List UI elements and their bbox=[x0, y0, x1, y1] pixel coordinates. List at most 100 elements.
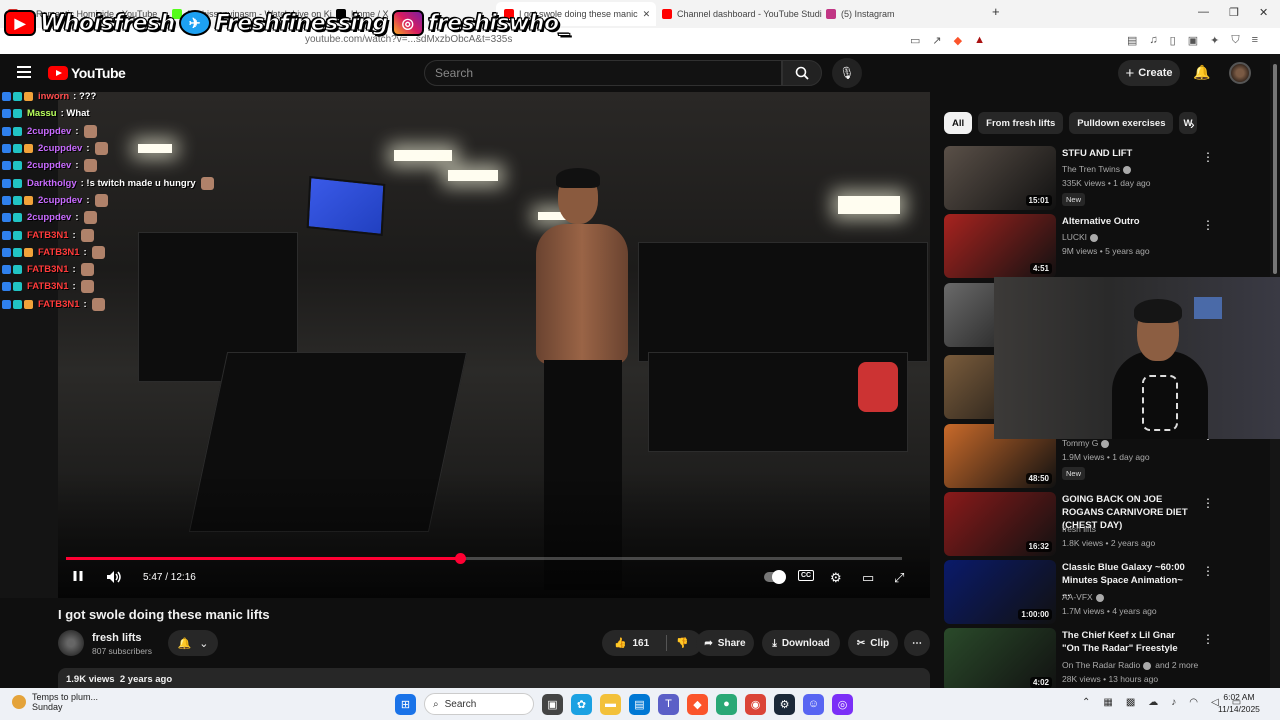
media-icon[interactable]: ♫ bbox=[1149, 34, 1157, 47]
more-vertical-icon[interactable]: ⋮ bbox=[1202, 564, 1214, 578]
more-vertical-icon[interactable]: ⋮ bbox=[1202, 632, 1214, 646]
more-horizontal-icon: ⋯ bbox=[912, 637, 922, 649]
more-vertical-icon[interactable]: ⋮ bbox=[1202, 218, 1214, 232]
recommended-video-title[interactable]: STFU AND LIFT bbox=[1062, 148, 1192, 161]
close-window-button[interactable]: ✕ bbox=[1259, 6, 1268, 19]
file-explorer-icon[interactable]: ▬ bbox=[600, 693, 621, 715]
menu-hamburger-icon[interactable] bbox=[17, 66, 31, 78]
more-vertical-icon[interactable]: ⋮ bbox=[1202, 150, 1214, 164]
teams-icon[interactable]: T bbox=[658, 693, 679, 715]
create-button[interactable]: + Create bbox=[1118, 60, 1180, 86]
brave-icon[interactable]: ◆ bbox=[687, 693, 708, 715]
copilot-icon[interactable]: ✿ bbox=[571, 693, 592, 715]
app-icon[interactable]: ● bbox=[716, 693, 737, 715]
recommended-meta: 1.7M views • 4 years ago bbox=[1062, 606, 1157, 616]
filter-chip[interactable]: From fresh lifts bbox=[978, 112, 1064, 134]
channel-avatar[interactable] bbox=[58, 630, 84, 656]
cloud-icon[interactable]: ☁ bbox=[1148, 697, 1158, 708]
close-tab-icon[interactable]: ✕ bbox=[643, 9, 651, 20]
microphone-icon[interactable]: ♪ bbox=[1171, 697, 1176, 708]
sidebar-icon[interactable]: ▯ bbox=[1170, 34, 1176, 47]
weather-widget[interactable]: Temps to plum... Sunday bbox=[12, 692, 98, 712]
system-clock[interactable]: 6:02 AM 11/14/2025 bbox=[1218, 692, 1260, 716]
chat-message: 2cuppdev: bbox=[2, 157, 232, 174]
chevron-right-icon[interactable]: › bbox=[1190, 116, 1195, 132]
recommended-video-title[interactable]: Alternative Outro bbox=[1062, 216, 1192, 229]
minimize-button[interactable]: — bbox=[1198, 6, 1209, 18]
youtube-logo[interactable]: YouTube bbox=[48, 65, 126, 81]
reader-icon[interactable]: ▤ bbox=[1127, 34, 1137, 47]
search-input[interactable]: Search bbox=[424, 60, 782, 86]
dislike-button[interactable]: 👎 bbox=[676, 638, 688, 649]
browser-tab[interactable]: Channel dashboard - YouTube Studio bbox=[662, 5, 822, 23]
voice-search-button[interactable]: 🎙 bbox=[832, 58, 862, 88]
recommended-video[interactable]: 4:51 Alternative Outro LUCKI 9M views • 5 y… bbox=[944, 214, 1264, 278]
obs-icon[interactable]: ◎ bbox=[832, 693, 853, 715]
subscription-button[interactable]: 🔔 ⌄ bbox=[168, 630, 218, 656]
recommended-video[interactable]: 15:01 STFU AND LIFT The Tren Twins 335K vie… bbox=[944, 146, 1264, 210]
autoplay-toggle[interactable] bbox=[764, 570, 786, 584]
account-avatar[interactable] bbox=[1229, 62, 1251, 84]
tray-app-icon[interactable]: ▦ bbox=[1103, 697, 1112, 708]
settings-button[interactable]: ⚙ bbox=[830, 570, 842, 586]
recommended-video-title[interactable]: The Chief Keef x Lil Gnar "On The Radar"… bbox=[1062, 630, 1192, 656]
steam-icon[interactable]: ⚙ bbox=[774, 693, 795, 715]
share-page-icon[interactable]: ↗ bbox=[932, 34, 941, 47]
task-view-icon[interactable]: ▣ bbox=[542, 693, 563, 715]
search-button[interactable] bbox=[782, 60, 822, 86]
filter-chip[interactable]: All bbox=[944, 112, 973, 134]
taskbar-search[interactable]: ⌕ Search bbox=[424, 693, 534, 715]
notifications-bell-icon[interactable]: 🔔 bbox=[1193, 64, 1210, 81]
scrubber-handle[interactable] bbox=[454, 553, 466, 564]
browser-tab[interactable]: (5) Instagram bbox=[826, 5, 976, 23]
download-button[interactable]: ⤓ Download bbox=[762, 630, 840, 656]
brave-shield-icon[interactable]: ◆ bbox=[954, 34, 962, 47]
discord-icon[interactable]: ☺ bbox=[803, 693, 824, 715]
new-tab-button[interactable]: + bbox=[992, 4, 1000, 19]
tray-app-icon[interactable]: ▩ bbox=[1126, 697, 1135, 708]
chevron-up-icon[interactable]: ⌃ bbox=[1082, 697, 1090, 708]
vpn-icon[interactable]: ⛉ bbox=[1231, 34, 1239, 47]
player-controls: 5:47 / 12:16 CC ⚙ ▭ ⤢ bbox=[0, 566, 930, 590]
recommended-channel[interactable]: On The Radar Radio and 2 more bbox=[1062, 660, 1198, 670]
like-button[interactable]: 👍 161 bbox=[614, 638, 649, 649]
recommended-channel[interactable]: LUCKI bbox=[1062, 232, 1099, 242]
scrollbar-thumb[interactable] bbox=[1273, 64, 1277, 274]
share-button[interactable]: ➦ Share bbox=[696, 630, 754, 656]
recommended-video[interactable]: 1:00:00 Classic Blue Galaxy ~60:00 Minute… bbox=[944, 560, 1264, 624]
recommended-video[interactable]: 4:02 The Chief Keef x Lil Gnar "On The Ra… bbox=[944, 628, 1264, 702]
chat-badge-icon bbox=[13, 195, 22, 205]
theater-mode-button[interactable]: ▭ bbox=[862, 570, 874, 586]
volume-button[interactable] bbox=[106, 570, 122, 584]
recommended-channel[interactable]: The Tren Twins bbox=[1062, 164, 1131, 174]
more-actions-button[interactable]: ⋯ bbox=[904, 630, 930, 656]
fullscreen-button[interactable]: ⤢ bbox=[894, 570, 904, 586]
maximize-button[interactable]: ❐ bbox=[1229, 6, 1239, 19]
leo-icon[interactable]: ✦ bbox=[1210, 34, 1219, 47]
wifi-icon[interactable]: ◠ bbox=[1189, 697, 1198, 708]
video-thumbnail[interactable]: 16:32 bbox=[944, 492, 1056, 556]
pause-button[interactable] bbox=[72, 570, 84, 582]
video-thumbnail[interactable]: 4:02 bbox=[944, 628, 1056, 692]
wallet-icon[interactable]: ▣ bbox=[1188, 34, 1198, 47]
clip-button[interactable]: ✂ Clip bbox=[848, 630, 898, 656]
taskbar-search-label: Search bbox=[444, 698, 477, 710]
brave-rewards-icon[interactable]: ▲ bbox=[974, 34, 985, 47]
recommended-channel[interactable]: AA-VFX bbox=[1062, 592, 1104, 602]
recommended-channel[interactable]: Tommy G bbox=[1062, 438, 1110, 448]
captions-button[interactable]: CC bbox=[798, 570, 815, 581]
video-thumbnail[interactable]: 4:51 bbox=[944, 214, 1056, 278]
windows-start-icon[interactable]: ⊞ bbox=[395, 693, 416, 715]
video-thumbnail[interactable]: 15:01 bbox=[944, 146, 1056, 210]
video-progress-bar[interactable] bbox=[66, 553, 902, 564]
filter-chip[interactable]: Pulldown exercises bbox=[1069, 112, 1174, 134]
video-thumbnail[interactable]: 1:00:00 bbox=[944, 560, 1056, 624]
cast-icon[interactable]: ▭ bbox=[910, 34, 920, 47]
recommended-channel[interactable]: fresh lifts bbox=[1062, 524, 1096, 534]
store-icon[interactable]: ▤ bbox=[629, 693, 650, 715]
recommended-video[interactable]: 16:32 GOING BACK ON JOE ROGANS CARNIVORE … bbox=[944, 492, 1264, 556]
chrome-icon[interactable]: ◉ bbox=[745, 693, 766, 715]
channel-name[interactable]: fresh lifts bbox=[92, 632, 142, 644]
menu-icon[interactable]: ≡ bbox=[1252, 34, 1258, 47]
more-vertical-icon[interactable]: ⋮ bbox=[1202, 496, 1214, 510]
